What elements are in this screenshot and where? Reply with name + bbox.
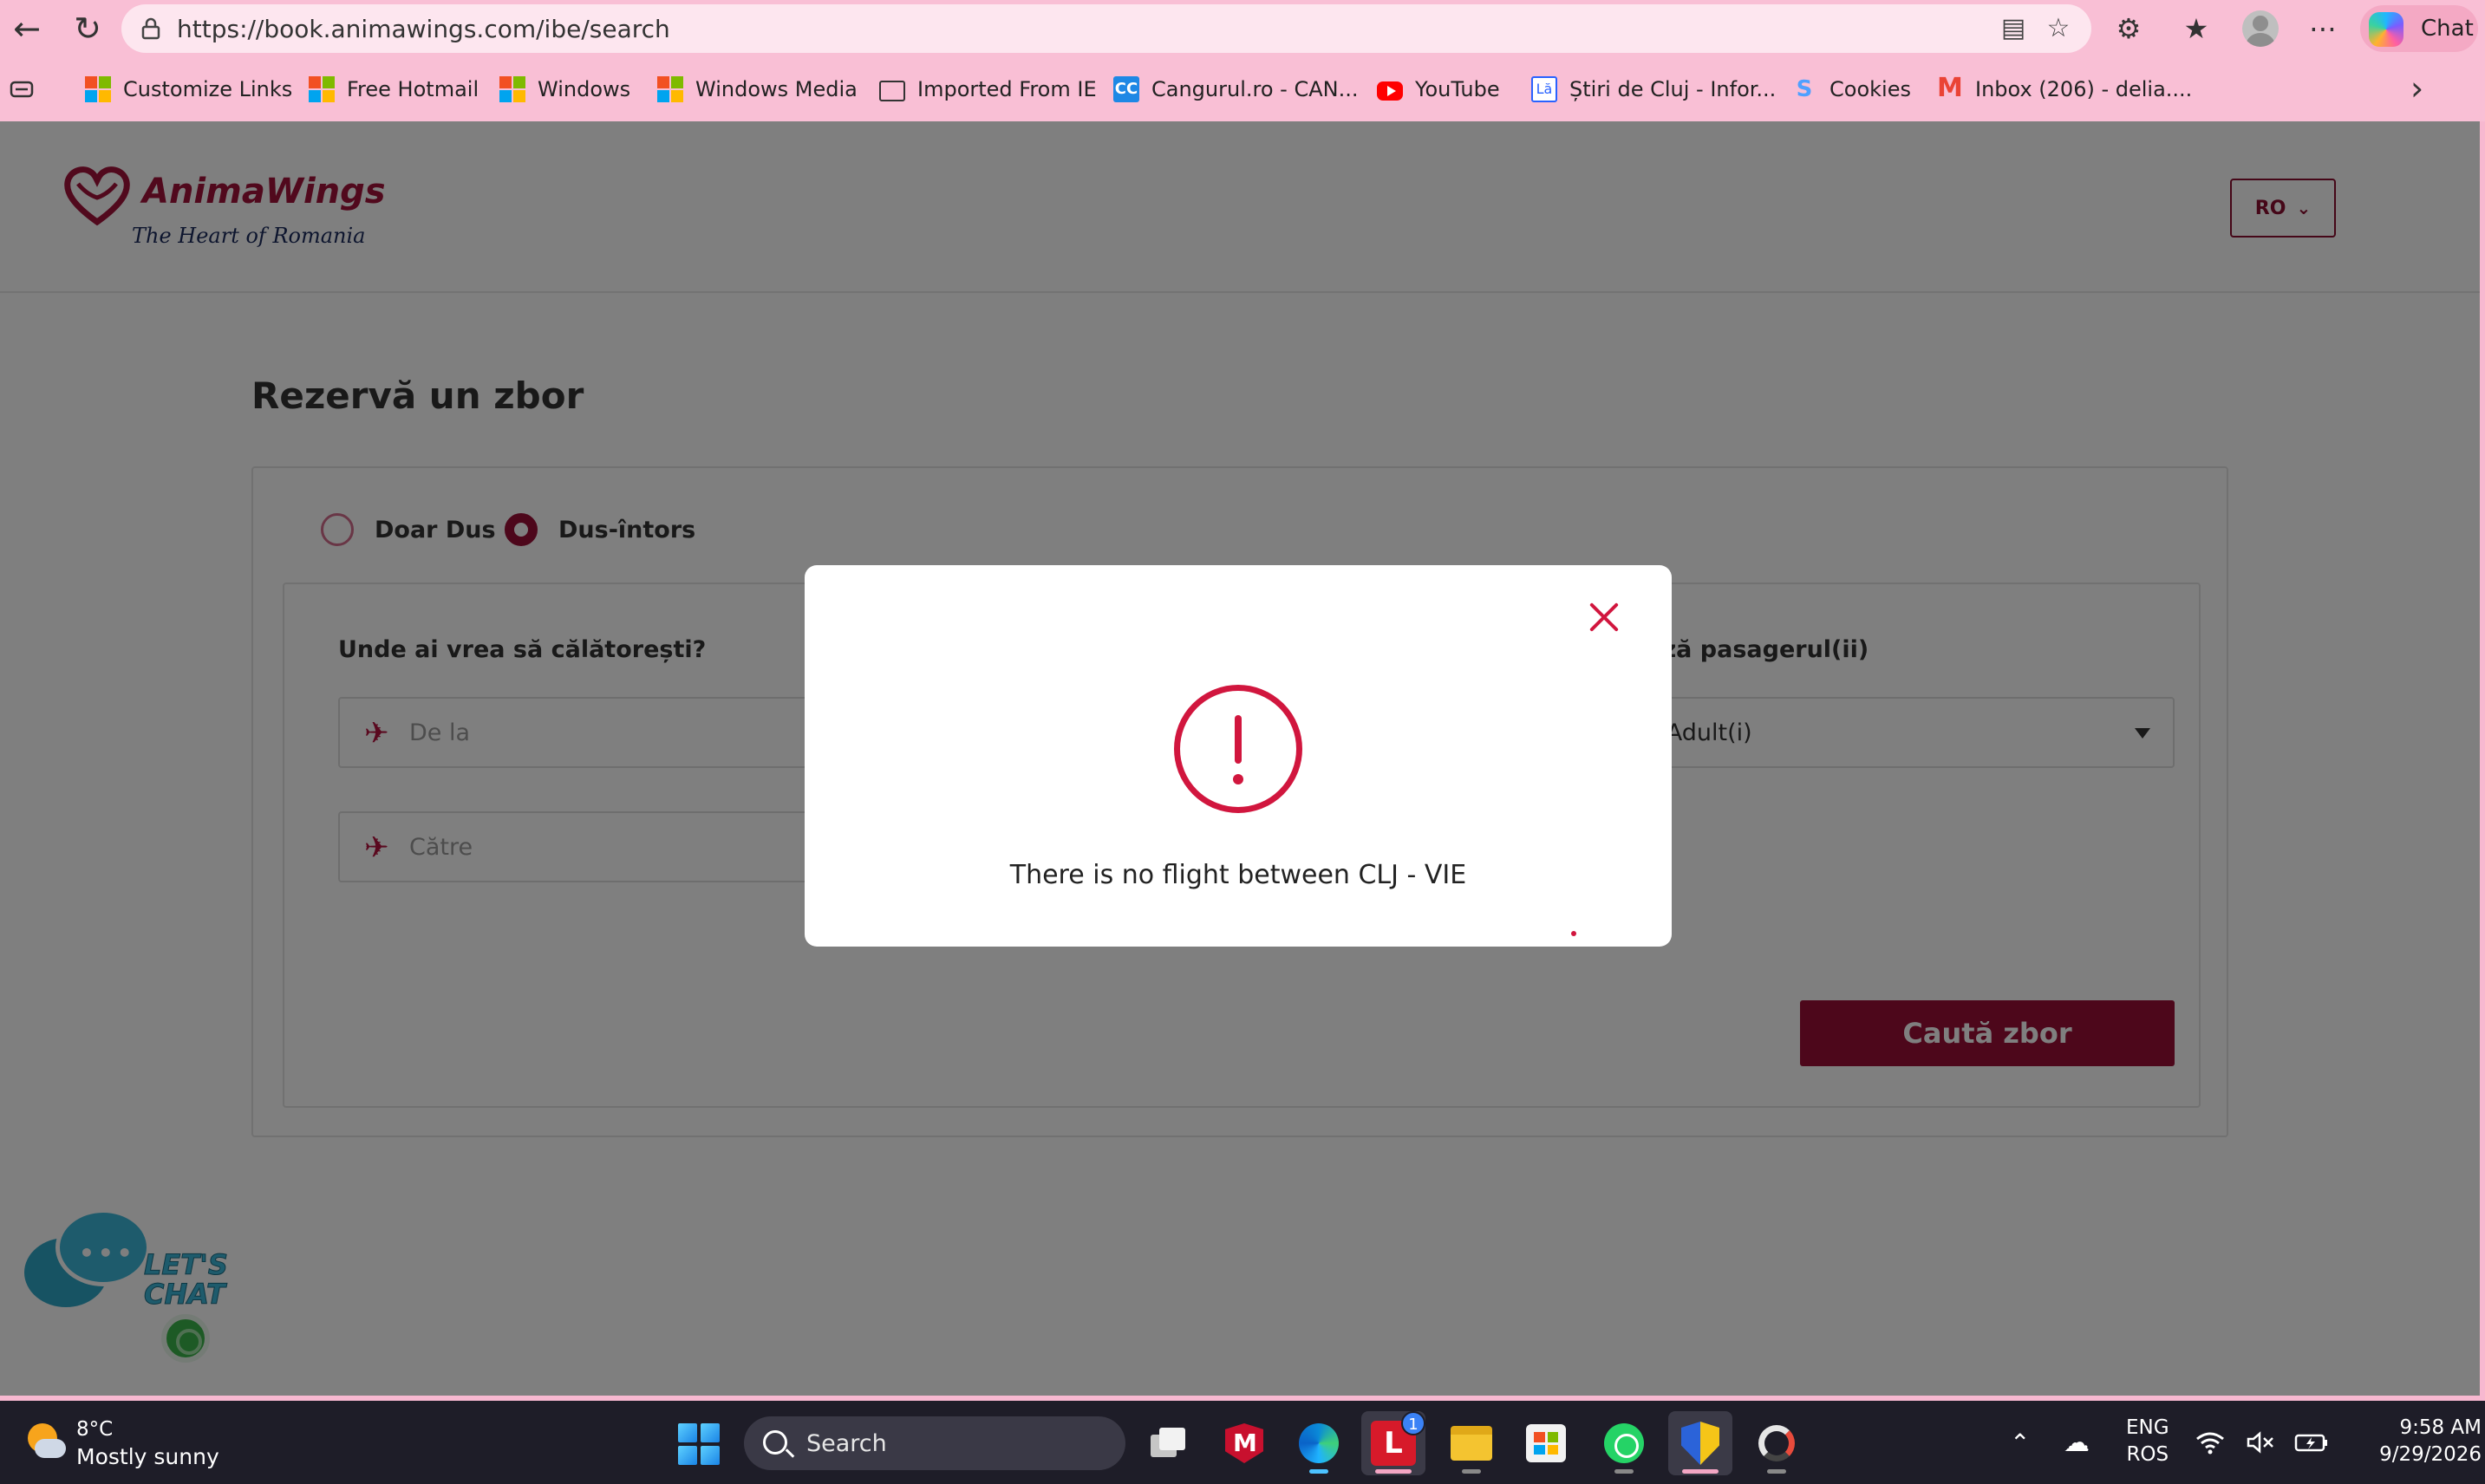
favorites-icon[interactable]: ★ bbox=[2176, 9, 2216, 49]
extensions-icon[interactable]: ⚙ bbox=[2109, 9, 2149, 49]
microsoft-icon bbox=[85, 76, 111, 102]
address-bar[interactable]: https://book.animawings.com/ibe/search ▤… bbox=[121, 4, 2091, 53]
bookmark-cookies[interactable]: S Cookies bbox=[1791, 75, 1911, 104]
bookmarks-bar: Customize Links Free Hotmail Windows Win… bbox=[0, 57, 2485, 121]
bookmark-label: Free Hotmail bbox=[347, 77, 479, 101]
microsoft-store-icon[interactable] bbox=[1514, 1411, 1578, 1475]
whatsapp-icon[interactable] bbox=[1592, 1411, 1656, 1475]
microsoft-icon bbox=[657, 76, 683, 102]
search-icon bbox=[763, 1430, 787, 1455]
bookmark-stiri-de-cluj[interactable]: Lă Știri de Cluj - Infor... bbox=[1531, 75, 1776, 104]
bookmark-imported-from-ie[interactable]: Imported From IE bbox=[879, 75, 1097, 104]
error-dialog: There is no flight between CLJ - VIE bbox=[805, 565, 1672, 947]
lang-bottom: ROS bbox=[2126, 1443, 2169, 1466]
taskbar-search[interactable]: Search bbox=[744, 1416, 1125, 1470]
chat-label: Chat bbox=[2421, 16, 2474, 42]
bookmark-label: Windows bbox=[538, 77, 631, 101]
edge-icon[interactable] bbox=[1287, 1411, 1351, 1475]
gmail-icon bbox=[1937, 73, 1963, 103]
clock-date: 9/29/2026 bbox=[2379, 1443, 2482, 1466]
copilot-chat-button[interactable]: Chat bbox=[2360, 5, 2478, 52]
bookmark-label: Știri de Cluj - Infor... bbox=[1569, 77, 1777, 101]
reading-view-icon[interactable]: ▤ bbox=[1999, 15, 2027, 42]
volume-muted-icon[interactable] bbox=[2246, 1401, 2275, 1484]
chevron-up-icon[interactable]: ⌃ bbox=[2010, 1401, 2030, 1484]
l-app-icon[interactable]: L 1 bbox=[1361, 1411, 1425, 1475]
clock-time: 9:58 AM bbox=[2399, 1416, 2482, 1439]
weather-temperature[interactable]: 8°C bbox=[76, 1418, 113, 1441]
wifi-icon[interactable] bbox=[2195, 1401, 2225, 1484]
battery-icon[interactable] bbox=[2294, 1401, 2329, 1484]
bookmark-youtube[interactable]: YouTube bbox=[1377, 75, 1500, 104]
chevron-right-icon[interactable]: › bbox=[2410, 69, 2423, 107]
bookmark-label: Inbox (206) - delia.... bbox=[1975, 77, 2193, 101]
bookmark-label: Cookies bbox=[1830, 77, 1911, 101]
bookmark-label: Customize Links bbox=[123, 77, 293, 101]
bookmark-cangurul[interactable]: CC Cangurul.ro - CAN... bbox=[1113, 75, 1358, 104]
browser-toolbar: ← ↻ https://book.animawings.com/ibe/sear… bbox=[0, 0, 2485, 57]
youtube-icon bbox=[1377, 81, 1403, 101]
mcafee-icon[interactable] bbox=[1212, 1411, 1276, 1475]
cc-icon: CC bbox=[1113, 76, 1139, 102]
s-icon: S bbox=[1796, 76, 1813, 102]
folder-icon bbox=[879, 81, 905, 101]
recorder-app-icon[interactable] bbox=[1745, 1411, 1809, 1475]
microsoft-icon bbox=[499, 76, 525, 102]
taskbar: 8°C Mostly sunny Search L 1 ⌃ ☁ ENG ROS … bbox=[0, 1401, 2485, 1484]
page-viewport: AnimaWings The Heart of Romania RO ⌄ Rez… bbox=[0, 121, 2480, 1396]
lang-top: ENG bbox=[2126, 1416, 2169, 1439]
microsoft-icon bbox=[309, 76, 335, 102]
start-icon[interactable] bbox=[678, 1423, 720, 1465]
notification-badge: 1 bbox=[1401, 1411, 1425, 1435]
tab-actions-icon[interactable] bbox=[9, 75, 35, 104]
bookmark-windows[interactable]: Windows bbox=[499, 75, 630, 104]
alert-icon bbox=[1174, 685, 1302, 813]
bookmark-label: Cangurul.ro - CAN... bbox=[1151, 77, 1359, 101]
bookmark-label: Windows Media bbox=[695, 77, 858, 101]
input-language[interactable]: ENG ROS bbox=[2126, 1415, 2169, 1468]
copilot-icon bbox=[2369, 12, 2403, 47]
taskbar-search-text: Search bbox=[806, 1430, 887, 1457]
refresh-icon[interactable]: ↻ bbox=[66, 7, 109, 50]
error-message: There is no flight between CLJ - VIE bbox=[1009, 860, 1467, 890]
loading-dot bbox=[1571, 931, 1576, 936]
file-explorer-icon[interactable] bbox=[1439, 1411, 1503, 1475]
more-options-icon[interactable]: ⋯ bbox=[2303, 9, 2343, 49]
bookmark-label: Imported From IE bbox=[917, 77, 1097, 101]
weather-description[interactable]: Mostly sunny bbox=[76, 1444, 219, 1469]
security-shield-icon[interactable] bbox=[1668, 1411, 1732, 1475]
bookmark-windows-media[interactable]: Windows Media bbox=[657, 75, 858, 104]
task-view-icon[interactable] bbox=[1136, 1411, 1200, 1475]
onedrive-icon[interactable]: ☁ bbox=[2064, 1401, 2090, 1484]
bookmark-label: YouTube bbox=[1415, 77, 1500, 101]
system-clock[interactable]: 9:58 AM 9/29/2026 bbox=[2351, 1415, 2482, 1468]
url-text: https://book.animawings.com/ibe/search bbox=[177, 15, 670, 43]
favorite-star-icon[interactable]: ☆ bbox=[2045, 15, 2072, 42]
bookmark-customize-links[interactable]: Customize Links bbox=[85, 75, 292, 104]
news-icon: Lă bbox=[1531, 76, 1557, 102]
bookmark-free-hotmail[interactable]: Free Hotmail bbox=[309, 75, 479, 104]
site-info-icon[interactable] bbox=[139, 16, 163, 41]
weather-icon[interactable] bbox=[24, 1422, 66, 1461]
profile-avatar[interactable] bbox=[2242, 10, 2279, 47]
bookmark-inbox[interactable]: Inbox (206) - delia.... bbox=[1937, 73, 2193, 104]
close-icon[interactable] bbox=[1585, 598, 1623, 636]
back-arrow-icon[interactable]: ← bbox=[5, 7, 49, 50]
